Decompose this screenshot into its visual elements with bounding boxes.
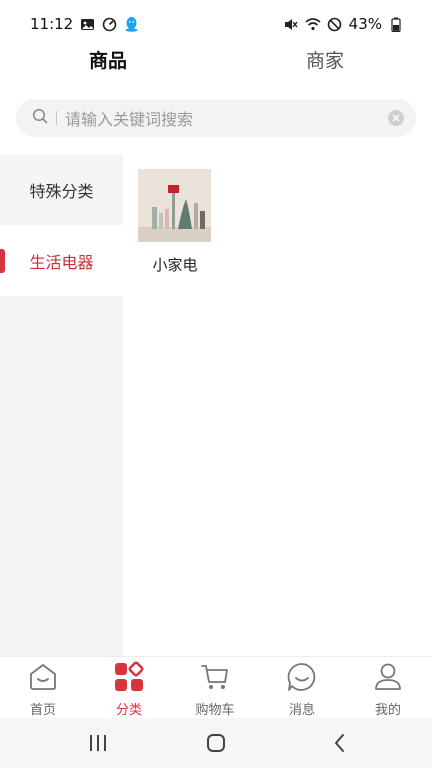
sidebar-item-label: 生活电器 [29,252,94,272]
back-icon[interactable] [328,732,352,754]
sidebar-item-label: 特殊分类 [29,181,94,201]
battery-percent: 43% [348,15,382,33]
tab-category[interactable]: 分类 [86,661,172,719]
search-bar[interactable]: 请输入关键词搜索 [16,99,416,137]
home-button-icon[interactable] [204,732,228,754]
speed-icon [101,16,117,32]
product-name: 小家电 [152,256,198,274]
clear-icon[interactable] [388,110,404,126]
tab-label: 分类 [115,703,142,718]
battery-icon [388,16,404,32]
search-input[interactable]: 请输入关键词搜索 [65,106,193,130]
profile-icon [372,661,404,693]
category-content: 小家电 [123,154,432,656]
status-right: 43% [283,15,404,33]
wifi-icon [305,16,321,32]
status-left: 11:12 [30,15,139,33]
tab-label: 购物车 [195,703,235,718]
category-icon [113,661,145,693]
home-icon [27,661,59,693]
tab-label: 消息 [288,703,315,718]
tab-label: 首页 [29,703,56,718]
top-tabs: 商品 商家 [0,38,432,82]
recent-apps-icon[interactable] [86,732,110,754]
tab-cart[interactable]: 购物车 [172,661,258,719]
message-icon [286,661,318,693]
active-indicator [0,249,5,273]
tab-home[interactable]: 首页 [0,661,86,719]
tab-label: 我的 [374,703,401,718]
bottom-tab-bar: 首页 分类 购物车 消息 我的 [0,656,432,718]
gallery-icon [79,16,95,32]
mute-icon [283,16,299,32]
qq-icon [123,16,139,32]
tab-messages[interactable]: 消息 [259,661,345,719]
cart-icon [199,661,231,693]
search-icon [32,108,48,128]
tab-profile[interactable]: 我的 [345,661,431,719]
sidebar-item-appliances[interactable]: 生活电器 [0,225,123,296]
sidebar-item-special[interactable]: 特殊分类 [0,154,123,225]
product-image [138,169,211,242]
do-not-disturb-icon [327,16,343,32]
category-sidebar: 特殊分类 生活电器 [0,154,123,656]
search-divider [56,111,57,125]
product-card[interactable]: 小家电 [138,169,212,275]
tab-products[interactable]: 商品 [89,46,127,73]
tab-merchants[interactable]: 商家 [306,46,344,73]
status-time: 11:12 [30,15,74,33]
system-nav-bar [0,718,432,768]
